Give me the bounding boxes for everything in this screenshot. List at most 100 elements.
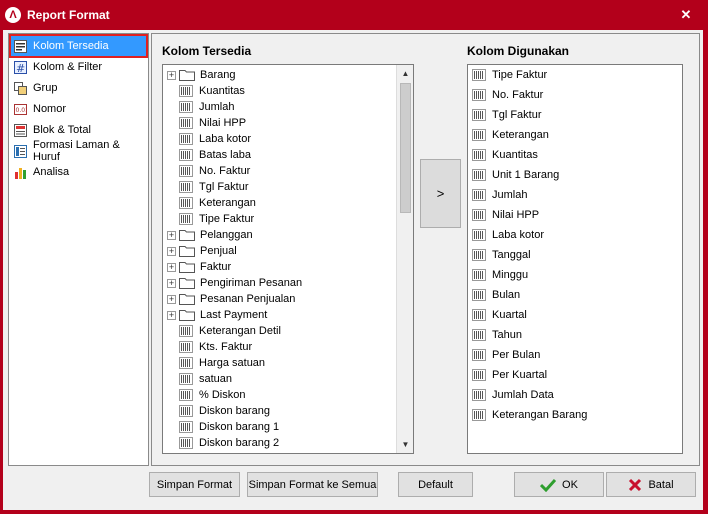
- used-column-label: Keterangan: [492, 129, 549, 141]
- title-bar[interactable]: Λ Report Format ✕: [0, 0, 708, 30]
- tree-column-item[interactable]: Batas laba: [163, 147, 251, 163]
- folder-icon: [179, 246, 195, 257]
- nav-item-label: Blok & Total: [33, 124, 91, 136]
- used-column-item[interactable]: Jumlah Data: [468, 387, 554, 403]
- save-format-all-button[interactable]: Simpan Format ke Semua: [247, 472, 378, 497]
- tree-column-item[interactable]: Keterangan: [163, 195, 256, 211]
- tree-folder-item[interactable]: + Pesanan Penjualan: [163, 291, 295, 307]
- nav-item-label: Grup: [33, 82, 58, 94]
- tree-folder-item[interactable]: + Pelanggan: [163, 227, 253, 243]
- tree-column-item[interactable]: satuan: [163, 371, 232, 387]
- nav-item-formasi-laman-huruf[interactable]: Formasi Laman & Huruf: [11, 139, 146, 163]
- tree-folder-item[interactable]: + Pengiriman Pesanan: [163, 275, 302, 291]
- used-column-item[interactable]: Kuantitas: [468, 147, 538, 163]
- folder-icon: [179, 70, 195, 81]
- folder-icon: [179, 278, 195, 289]
- column-icon: [179, 389, 193, 401]
- used-column-item[interactable]: Jumlah: [468, 187, 527, 203]
- tree-column-item[interactable]: Diskon barang 2: [163, 435, 279, 451]
- used-column-item[interactable]: Keterangan Barang: [468, 407, 587, 423]
- column-icon: [472, 249, 486, 261]
- nav-item-label: Kolom Tersedia: [33, 40, 109, 52]
- tree-folder-item[interactable]: + Faktur: [163, 259, 231, 275]
- tree-item-label: Penjual: [200, 245, 237, 257]
- tree-column-item[interactable]: Diskon barang 1: [163, 419, 279, 435]
- column-icon: [472, 229, 486, 241]
- expand-plus-icon[interactable]: +: [167, 246, 176, 256]
- tree-column-item[interactable]: Harga satuan: [163, 355, 265, 371]
- available-columns-tree[interactable]: Diskon barang 2 Diskon barang 1 Diskon bar…: [162, 64, 414, 454]
- used-column-label: Per Kuartal: [492, 369, 548, 381]
- column-icon: [472, 169, 486, 181]
- cancel-x-icon: [629, 478, 642, 491]
- used-column-label: Minggu: [492, 269, 529, 281]
- tree-column-item[interactable]: No. Faktur: [163, 163, 250, 179]
- save-format-button[interactable]: Simpan Format: [149, 472, 240, 497]
- ok-button[interactable]: OK: [514, 472, 604, 497]
- used-column-item[interactable]: Tgl Faktur: [468, 107, 542, 123]
- used-column-item[interactable]: Laba kotor: [468, 227, 544, 243]
- nav-item-kolom-filter[interactable]: # Kolom & Filter: [11, 57, 146, 77]
- expand-plus-icon[interactable]: +: [167, 262, 176, 272]
- expand-plus-icon[interactable]: +: [167, 230, 176, 240]
- column-icon: [472, 89, 486, 101]
- expand-plus-icon[interactable]: +: [167, 310, 176, 320]
- tree-folder-item[interactable]: + Barang: [163, 67, 235, 83]
- nav-item-analisa[interactable]: Analisa: [11, 162, 146, 182]
- default-button[interactable]: Default: [398, 472, 473, 497]
- used-column-item[interactable]: Keterangan: [468, 127, 549, 143]
- used-columns-list[interactable]: Tipe Faktur No. Faktur Tgl Faktur Keteranga…: [467, 64, 683, 454]
- column-icon: [472, 409, 486, 421]
- tree-folder-item[interactable]: + Last Payment: [163, 307, 267, 323]
- tree-column-item[interactable]: Kuantitas: [163, 83, 245, 99]
- used-column-label: Tahun: [492, 329, 522, 341]
- tree-column-item[interactable]: Tgl Faktur: [163, 179, 249, 195]
- tree-column-item[interactable]: Kts. Faktur: [163, 339, 252, 355]
- add-column-button[interactable]: >: [420, 159, 461, 228]
- used-column-item[interactable]: Unit 1 Barang: [468, 167, 559, 183]
- tree-column-item[interactable]: Jumlah: [163, 99, 234, 115]
- tree-column-item[interactable]: Nilai HPP: [163, 115, 246, 131]
- used-column-item[interactable]: Tanggal: [468, 247, 531, 263]
- cancel-button[interactable]: Batal: [606, 472, 696, 497]
- tree-folder-item[interactable]: + Penjual: [163, 243, 237, 259]
- tree-item-label: Pengiriman Pesanan: [200, 277, 303, 289]
- close-button[interactable]: ✕: [678, 7, 694, 23]
- nav-item-nomor[interactable]: 0.01 Nomor: [11, 99, 146, 119]
- used-column-label: Nilai HPP: [492, 209, 540, 221]
- used-column-label: Per Bulan: [492, 349, 541, 361]
- expand-plus-icon[interactable]: +: [167, 278, 176, 288]
- used-column-item[interactable]: Kuartal: [468, 307, 527, 323]
- column-icon: [472, 289, 486, 301]
- scroll-up-arrow-icon[interactable]: ▲: [397, 65, 413, 82]
- used-column-item[interactable]: Per Kuartal: [468, 367, 547, 383]
- used-columns-heading: Kolom Digunakan: [467, 44, 570, 58]
- used-column-item[interactable]: Bulan: [468, 287, 520, 303]
- used-column-item[interactable]: Minggu: [468, 267, 528, 283]
- used-column-item[interactable]: Tipe Faktur: [468, 67, 547, 83]
- expand-plus-icon[interactable]: +: [167, 70, 176, 80]
- tree-column-item[interactable]: % Diskon: [163, 387, 245, 403]
- tree-column-item[interactable]: Tipe Faktur: [163, 211, 254, 227]
- scroll-thumb[interactable]: [400, 83, 411, 213]
- column-icon: [472, 329, 486, 341]
- tree-item-label: Diskon barang 1: [199, 421, 280, 433]
- column-icon: [179, 197, 193, 209]
- nav-item-kolom-tersedia[interactable]: Kolom Tersedia: [9, 34, 148, 58]
- scroll-down-arrow-icon[interactable]: ▼: [397, 436, 413, 453]
- tree-item-label: Keterangan Detil: [199, 325, 281, 337]
- tree-column-item[interactable]: Keterangan Detil: [163, 323, 281, 339]
- nav-item-blok-total[interactable]: Blok & Total: [11, 120, 146, 140]
- expand-plus-icon[interactable]: +: [167, 294, 176, 304]
- tree-column-item[interactable]: Laba kotor: [163, 131, 251, 147]
- available-scrollbar[interactable]: ▲ ▼: [396, 65, 413, 453]
- used-column-item[interactable]: No. Faktur: [468, 87, 543, 103]
- tree-column-item[interactable]: Diskon barang: [163, 403, 270, 419]
- column-icon: [472, 209, 486, 221]
- used-column-item[interactable]: Nilai HPP: [468, 207, 539, 223]
- used-column-item[interactable]: Per Bulan: [468, 347, 540, 363]
- nav-item-grup[interactable]: Grup: [11, 78, 146, 98]
- svg-text:#: #: [16, 62, 25, 74]
- column-icon: [179, 373, 193, 385]
- used-column-item[interactable]: Tahun: [468, 327, 522, 343]
